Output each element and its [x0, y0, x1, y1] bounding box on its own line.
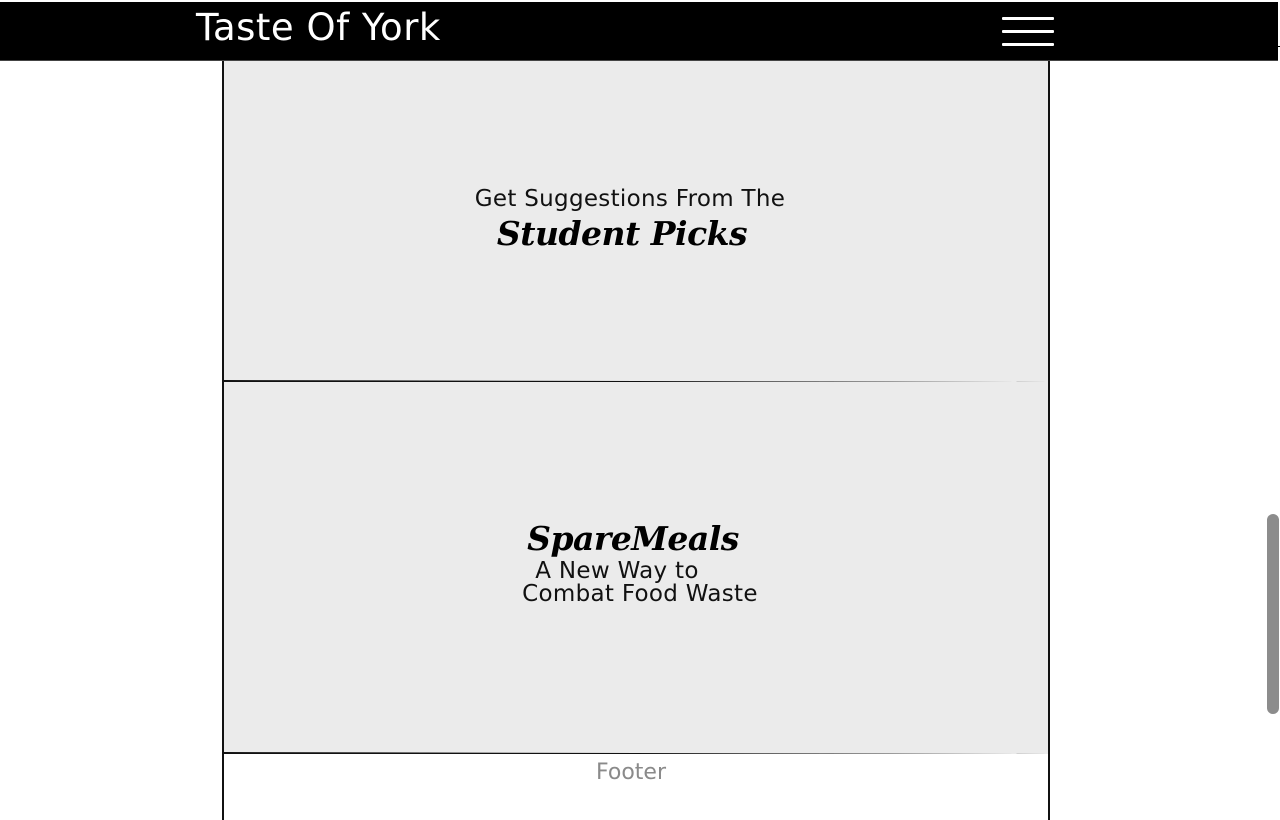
content-frame: Get Suggestions From The Student Picks S…: [222, 60, 1050, 820]
vertical-scrollbar-thumb[interactable]: [1267, 514, 1279, 714]
student-picks-panel[interactable]: Get Suggestions From The Student Picks: [224, 60, 1048, 382]
spare-meals-title: SpareMeals: [527, 519, 739, 558]
spare-meals-text: SpareMeals A New Way to Combat Food Wast…: [224, 518, 1036, 606]
hamburger-menu-icon-bar: [1002, 30, 1054, 33]
hamburger-menu-button[interactable]: [1001, 16, 1055, 48]
spare-meals-panel[interactable]: SpareMeals A New Way to Combat Food Wast…: [224, 382, 1048, 754]
footer-label: Footer: [596, 760, 666, 785]
hamburger-menu-icon-bar: [1002, 43, 1054, 46]
page-footer: Footer: [224, 754, 1048, 814]
spare-meals-tagline-1: A New Way to: [535, 558, 699, 584]
student-picks-text: Get Suggestions From The Student Picks: [224, 184, 1036, 254]
header-edge-mark: [1268, 46, 1280, 47]
student-picks-lead: Get Suggestions From The: [474, 186, 786, 212]
hamburger-menu-icon-bar: [1002, 17, 1054, 20]
site-title[interactable]: Taste Of York: [196, 6, 441, 50]
spare-meals-tagline-2: Combat Food Waste: [522, 581, 758, 607]
student-picks-title: Student Picks: [496, 214, 748, 253]
top-header: Taste Of York: [0, 2, 1280, 61]
